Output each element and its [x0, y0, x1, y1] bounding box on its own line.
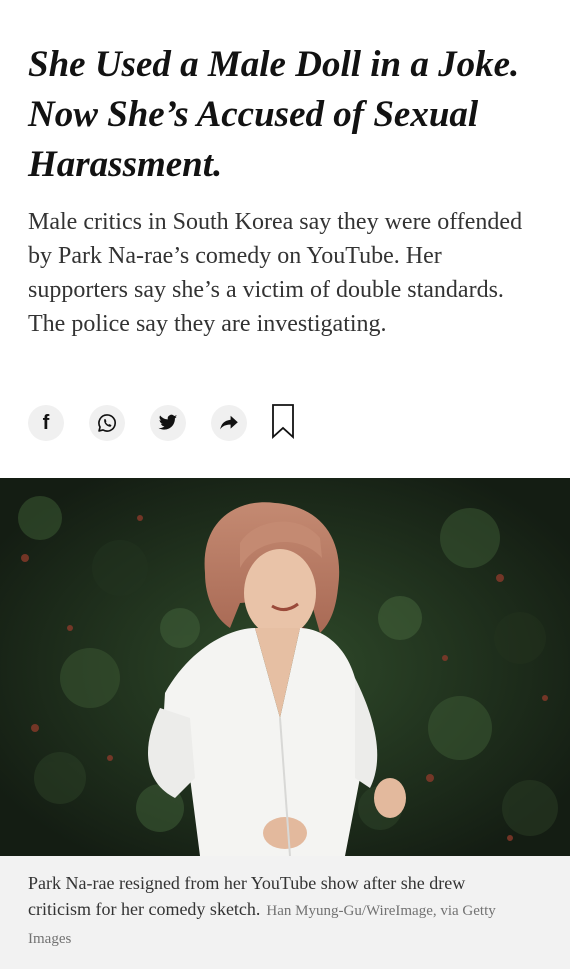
share-bar: f [28, 403, 296, 443]
whatsapp-share-button[interactable] [89, 405, 125, 441]
share-button[interactable] [211, 405, 247, 441]
photo-illustration [0, 478, 570, 856]
twitter-icon [158, 414, 178, 432]
article-photo [0, 478, 570, 856]
twitter-share-button[interactable] [150, 405, 186, 441]
whatsapp-icon [96, 412, 118, 434]
share-arrow-icon [219, 415, 239, 431]
facebook-share-button[interactable]: f [28, 405, 64, 441]
article-summary: Male critics in South Korea say they wer… [28, 209, 523, 337]
bookmark-icon [271, 403, 295, 444]
caption-area: Park Na-rae resigned from her YouTube sh… [0, 856, 570, 969]
bookmark-button[interactable] [270, 403, 296, 444]
article: She Used a Male Doll in a Joke. Now She’… [0, 0, 570, 969]
photo-caption: Park Na-rae resigned from her YouTube sh… [28, 870, 528, 952]
facebook-icon: f [42, 411, 50, 434]
headline: She Used a Male Doll in a Joke. Now She’… [28, 44, 520, 185]
